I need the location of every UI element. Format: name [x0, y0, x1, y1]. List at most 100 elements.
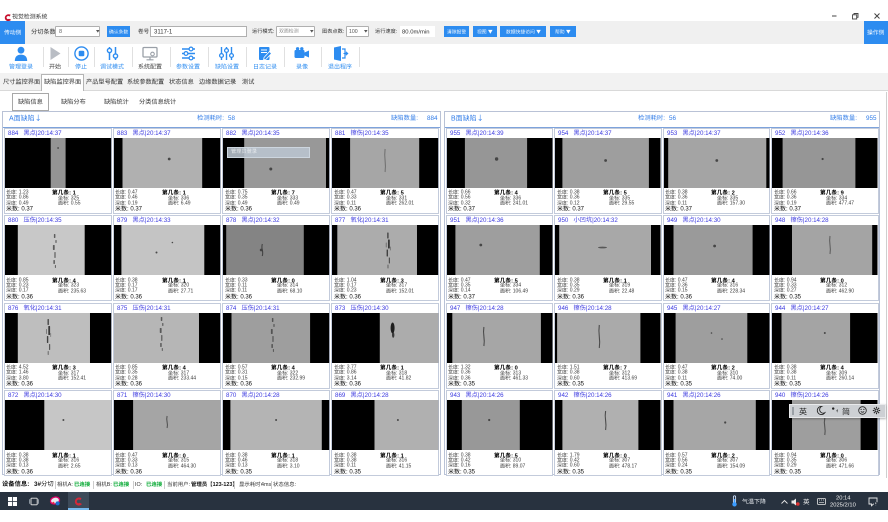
svg-text:949: 949: [667, 217, 678, 224]
svg-text:|20:14:26: |20:14:26: [477, 392, 503, 399]
svg-text:|20:14:36: |20:14:36: [803, 130, 829, 137]
svg-text:: 477.47: : 477.47: [836, 201, 854, 207]
svg-text:: 3.10: : 3.10: [287, 463, 300, 469]
svg-text:952: 952: [775, 130, 786, 137]
svg-text:: 0.37: : 0.37: [569, 207, 585, 213]
svg-text:872: 872: [8, 392, 19, 399]
svg-text:4ms: 4ms: [261, 482, 271, 488]
svg-text:: 27.71: : 27.71: [178, 288, 194, 294]
svg-text:: 89.07: : 89.07: [510, 463, 526, 469]
svg-text:: 0.35: : 0.35: [786, 469, 802, 475]
svg-text:953: 953: [667, 130, 678, 137]
svg-text:: 413.69: : 413.69: [619, 376, 637, 382]
svg-text:: 0.36: : 0.36: [18, 382, 34, 388]
svg-text:80.0m/min: 80.0m/min: [402, 29, 430, 35]
svg-text:100: 100: [349, 29, 358, 35]
svg-text:: 0.35: : 0.35: [460, 382, 476, 388]
svg-text:: 462.90: : 462.90: [836, 288, 854, 294]
svg-text:: 461.33: : 461.33: [510, 376, 528, 382]
svg-text:3117-1: 3117-1: [154, 30, 173, 36]
svg-text:: 22.48: : 22.48: [619, 288, 635, 294]
svg-text:878: 878: [226, 217, 237, 224]
svg-text:: 0.35: : 0.35: [786, 294, 802, 300]
svg-text:945: 945: [667, 305, 678, 312]
svg-text:879: 879: [117, 217, 128, 224]
svg-text:: 0.36: : 0.36: [237, 207, 253, 213]
svg-text:|20:14:30: |20:14:30: [363, 305, 389, 312]
svg-text:: 41.82: : 41.82: [396, 376, 412, 382]
svg-text:: 2.65: : 2.65: [68, 463, 81, 469]
svg-text:: 0.35: : 0.35: [569, 469, 585, 475]
svg-text::: :: [855, 115, 857, 122]
svg-text:: 260.14: : 260.14: [836, 376, 854, 382]
svg-text:: 6.49: : 6.49: [178, 201, 191, 207]
svg-text:3#: 3#: [34, 480, 42, 487]
svg-text:: 262.01: : 262.01: [396, 201, 414, 207]
svg-text:: 232.99: : 232.99: [287, 376, 305, 382]
svg-text:: 152.01: : 152.01: [396, 288, 414, 294]
svg-text:: 0.36: : 0.36: [127, 294, 143, 300]
svg-text:|20:14:35: |20:14:35: [363, 130, 389, 137]
svg-text:881: 881: [335, 130, 346, 137]
svg-text:|20:14:31: |20:14:31: [254, 305, 280, 312]
svg-text:950: 950: [558, 217, 569, 224]
svg-text:955: 955: [866, 115, 877, 122]
svg-text:877: 877: [335, 217, 346, 224]
svg-text:951: 951: [450, 217, 461, 224]
svg-text:: 68.10: : 68.10: [287, 288, 303, 294]
svg-text::: :: [663, 115, 665, 122]
svg-text:: 0.35: : 0.35: [346, 469, 362, 475]
svg-text:|20:14:31: |20:14:31: [145, 305, 171, 312]
svg-text:: 157.30: : 157.30: [727, 201, 745, 207]
svg-text:|20:14:31: |20:14:31: [363, 217, 389, 224]
svg-text:|20:14:37: |20:14:37: [145, 130, 171, 137]
svg-text:: 0.35: : 0.35: [677, 382, 693, 388]
svg-text:|20:14:26: |20:14:26: [803, 392, 829, 399]
svg-text:|20:14:28: |20:14:28: [477, 305, 503, 312]
svg-text:: 29.55: : 29.55: [619, 201, 635, 207]
svg-text:: 106.49: : 106.49: [510, 288, 528, 294]
svg-text:|20:14:27: |20:14:27: [694, 305, 720, 312]
svg-text:948: 948: [775, 217, 786, 224]
svg-text:: 228.34: : 228.34: [727, 288, 745, 294]
svg-text:|20:14:32: |20:14:32: [254, 217, 280, 224]
svg-text:|20:14:35: |20:14:35: [35, 217, 61, 224]
svg-text:944: 944: [775, 305, 786, 312]
svg-text:943: 943: [450, 392, 461, 399]
svg-text:: 0.37: : 0.37: [127, 207, 143, 213]
svg-text:B: B: [451, 115, 456, 122]
svg-text:|20:14:26: |20:14:26: [694, 392, 720, 399]
svg-text:2025/2/10: 2025/2/10: [830, 502, 856, 508]
svg-text:8: 8: [59, 29, 62, 35]
svg-text:: 0.36: : 0.36: [18, 294, 34, 300]
svg-text::: :: [295, 482, 297, 488]
svg-text:: 0.37: : 0.37: [786, 207, 802, 213]
svg-text::: :: [343, 29, 344, 35]
svg-text:|20:14:27: |20:14:27: [803, 305, 829, 312]
svg-text:|20:14:37: |20:14:37: [586, 130, 612, 137]
svg-text:: 464.30: : 464.30: [178, 463, 196, 469]
svg-text:: 0.37: : 0.37: [18, 207, 34, 213]
svg-text:869: 869: [335, 392, 346, 399]
svg-text:: 74.00: : 74.00: [727, 376, 743, 382]
svg-text:: 0.36: : 0.36: [127, 382, 143, 388]
svg-text:940: 940: [775, 392, 786, 399]
svg-text:|20:14:30: |20:14:30: [35, 392, 61, 399]
svg-text::: :: [396, 29, 397, 35]
svg-text:|20:14:36: |20:14:36: [477, 217, 503, 224]
svg-text:: 0.35: : 0.35: [786, 382, 802, 388]
svg-text:: 0.37: : 0.37: [460, 207, 476, 213]
svg-text:: 0.36: : 0.36: [18, 469, 34, 475]
svg-text:|20:14:37: |20:14:37: [694, 130, 720, 137]
svg-text:: 0.36: : 0.36: [346, 294, 362, 300]
svg-text:: 0.36: : 0.36: [237, 294, 253, 300]
svg-text:873: 873: [335, 305, 346, 312]
svg-text:: 0.36: : 0.36: [346, 382, 362, 388]
svg-text::: :: [273, 29, 274, 35]
svg-text:870: 870: [226, 392, 237, 399]
svg-text:: 0.36: : 0.36: [237, 382, 253, 388]
svg-text:123-123: 123-123: [212, 482, 232, 488]
svg-text:|20:14:28: |20:14:28: [254, 392, 280, 399]
svg-text:: 0.37: : 0.37: [677, 207, 693, 213]
svg-text:: 233.44: : 233.44: [178, 376, 196, 382]
